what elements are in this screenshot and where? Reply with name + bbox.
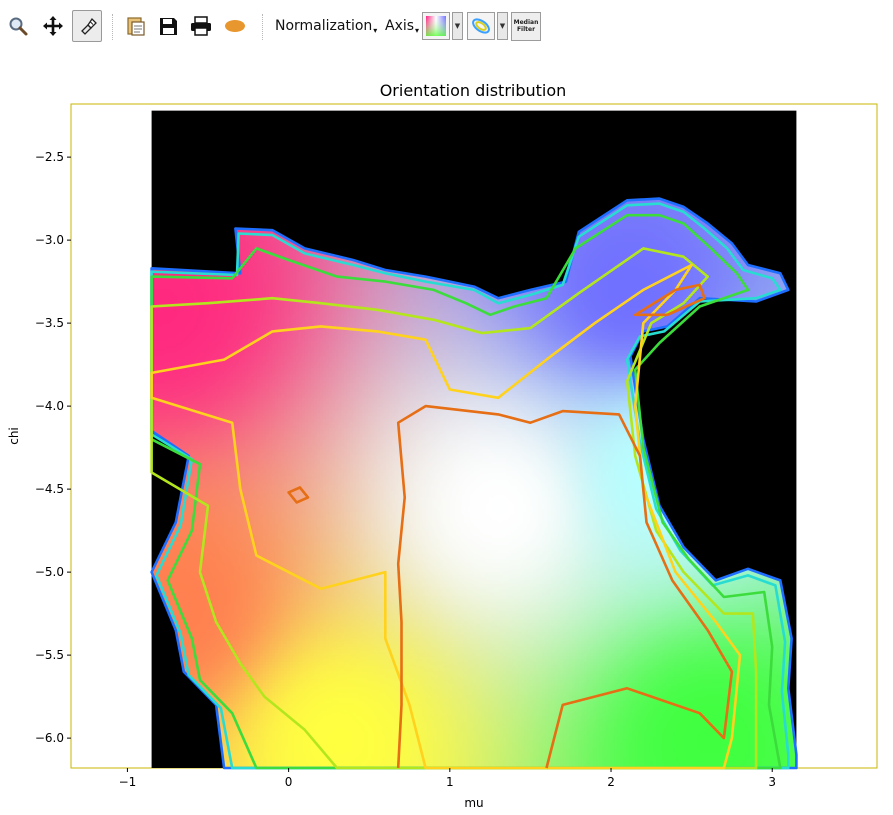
colormap-button[interactable] [422, 12, 450, 40]
orientation-plot[interactable]: Orientation distribution −1 0 1 2 3 −2.5 −3.0… [0, 52, 893, 815]
save-button[interactable] [153, 10, 183, 42]
crop-tool-button[interactable] [72, 10, 102, 42]
clipboard-icon [127, 17, 145, 36]
toolbar-separator [112, 14, 114, 40]
y-tick-label: −2.5 [35, 150, 64, 164]
floppy-disk-icon [160, 18, 177, 35]
y-tick-label: −5.5 [35, 648, 64, 662]
normalization-label: Normalization [275, 18, 373, 34]
y-tick-label: −4.5 [35, 482, 64, 496]
contour-dropdown[interactable]: ▼ [497, 12, 508, 40]
roi-ellipse-button[interactable] [220, 10, 250, 42]
plot-toolbar: Normalization▾ Axis▾ ▼ ▼ Median Filter [0, 0, 893, 52]
dropdown-arrow-icon: ▼ [454, 22, 461, 30]
y-tick-label: −3.5 [35, 316, 64, 330]
y-tick-label: −6.0 [35, 731, 64, 745]
median-filter-button[interactable]: Median Filter [511, 12, 541, 41]
median-filter-label-line2: Filter [516, 26, 536, 33]
color-square-icon [426, 16, 446, 36]
dropdown-arrow-icon: ▼ [499, 22, 506, 30]
x-axis-label: mu [464, 796, 483, 810]
y-tick-label: −4.0 [35, 399, 64, 413]
x-axis-ticks: −1 0 1 2 3 [119, 768, 776, 789]
colormap-dropdown[interactable]: ▼ [452, 12, 463, 40]
y-axis-label: chi [7, 427, 21, 445]
toolbar-separator [262, 14, 264, 40]
printer-icon [191, 16, 211, 36]
axis-menu[interactable]: Axis▾ [385, 18, 419, 35]
x-tick-label: 1 [446, 775, 454, 789]
contour-ellipse-icon [472, 18, 490, 34]
orange-ellipse-icon [225, 20, 245, 32]
zoom-tool-button[interactable] [3, 10, 33, 42]
dropdown-caret-icon: ▾ [373, 26, 378, 35]
x-tick-label: −1 [119, 775, 137, 789]
chart-title: Orientation distribution [380, 81, 567, 100]
y-axis-ticks: −2.5 −3.0 −3.5 −4.0 −4.5 −5.0 −5.5 −6.0 [35, 150, 71, 745]
axis-label: Axis [385, 18, 415, 34]
dropdown-caret-icon: ▾ [415, 26, 420, 35]
normalization-menu[interactable]: Normalization▾ [275, 18, 377, 35]
x-tick-label: 0 [285, 775, 293, 789]
flashlight-icon [81, 17, 97, 35]
copy-button[interactable] [121, 10, 151, 42]
x-tick-label: 2 [607, 775, 615, 789]
y-tick-label: −3.0 [35, 233, 64, 247]
contour-button[interactable] [467, 12, 495, 40]
x-tick-label: 3 [768, 775, 776, 789]
magnifier-icon [9, 17, 28, 36]
print-button[interactable] [186, 10, 216, 42]
median-filter-label-line1: Median [513, 19, 539, 26]
move-arrows-icon [43, 16, 63, 36]
pan-tool-button[interactable] [38, 10, 68, 42]
y-tick-label: −5.0 [35, 565, 64, 579]
